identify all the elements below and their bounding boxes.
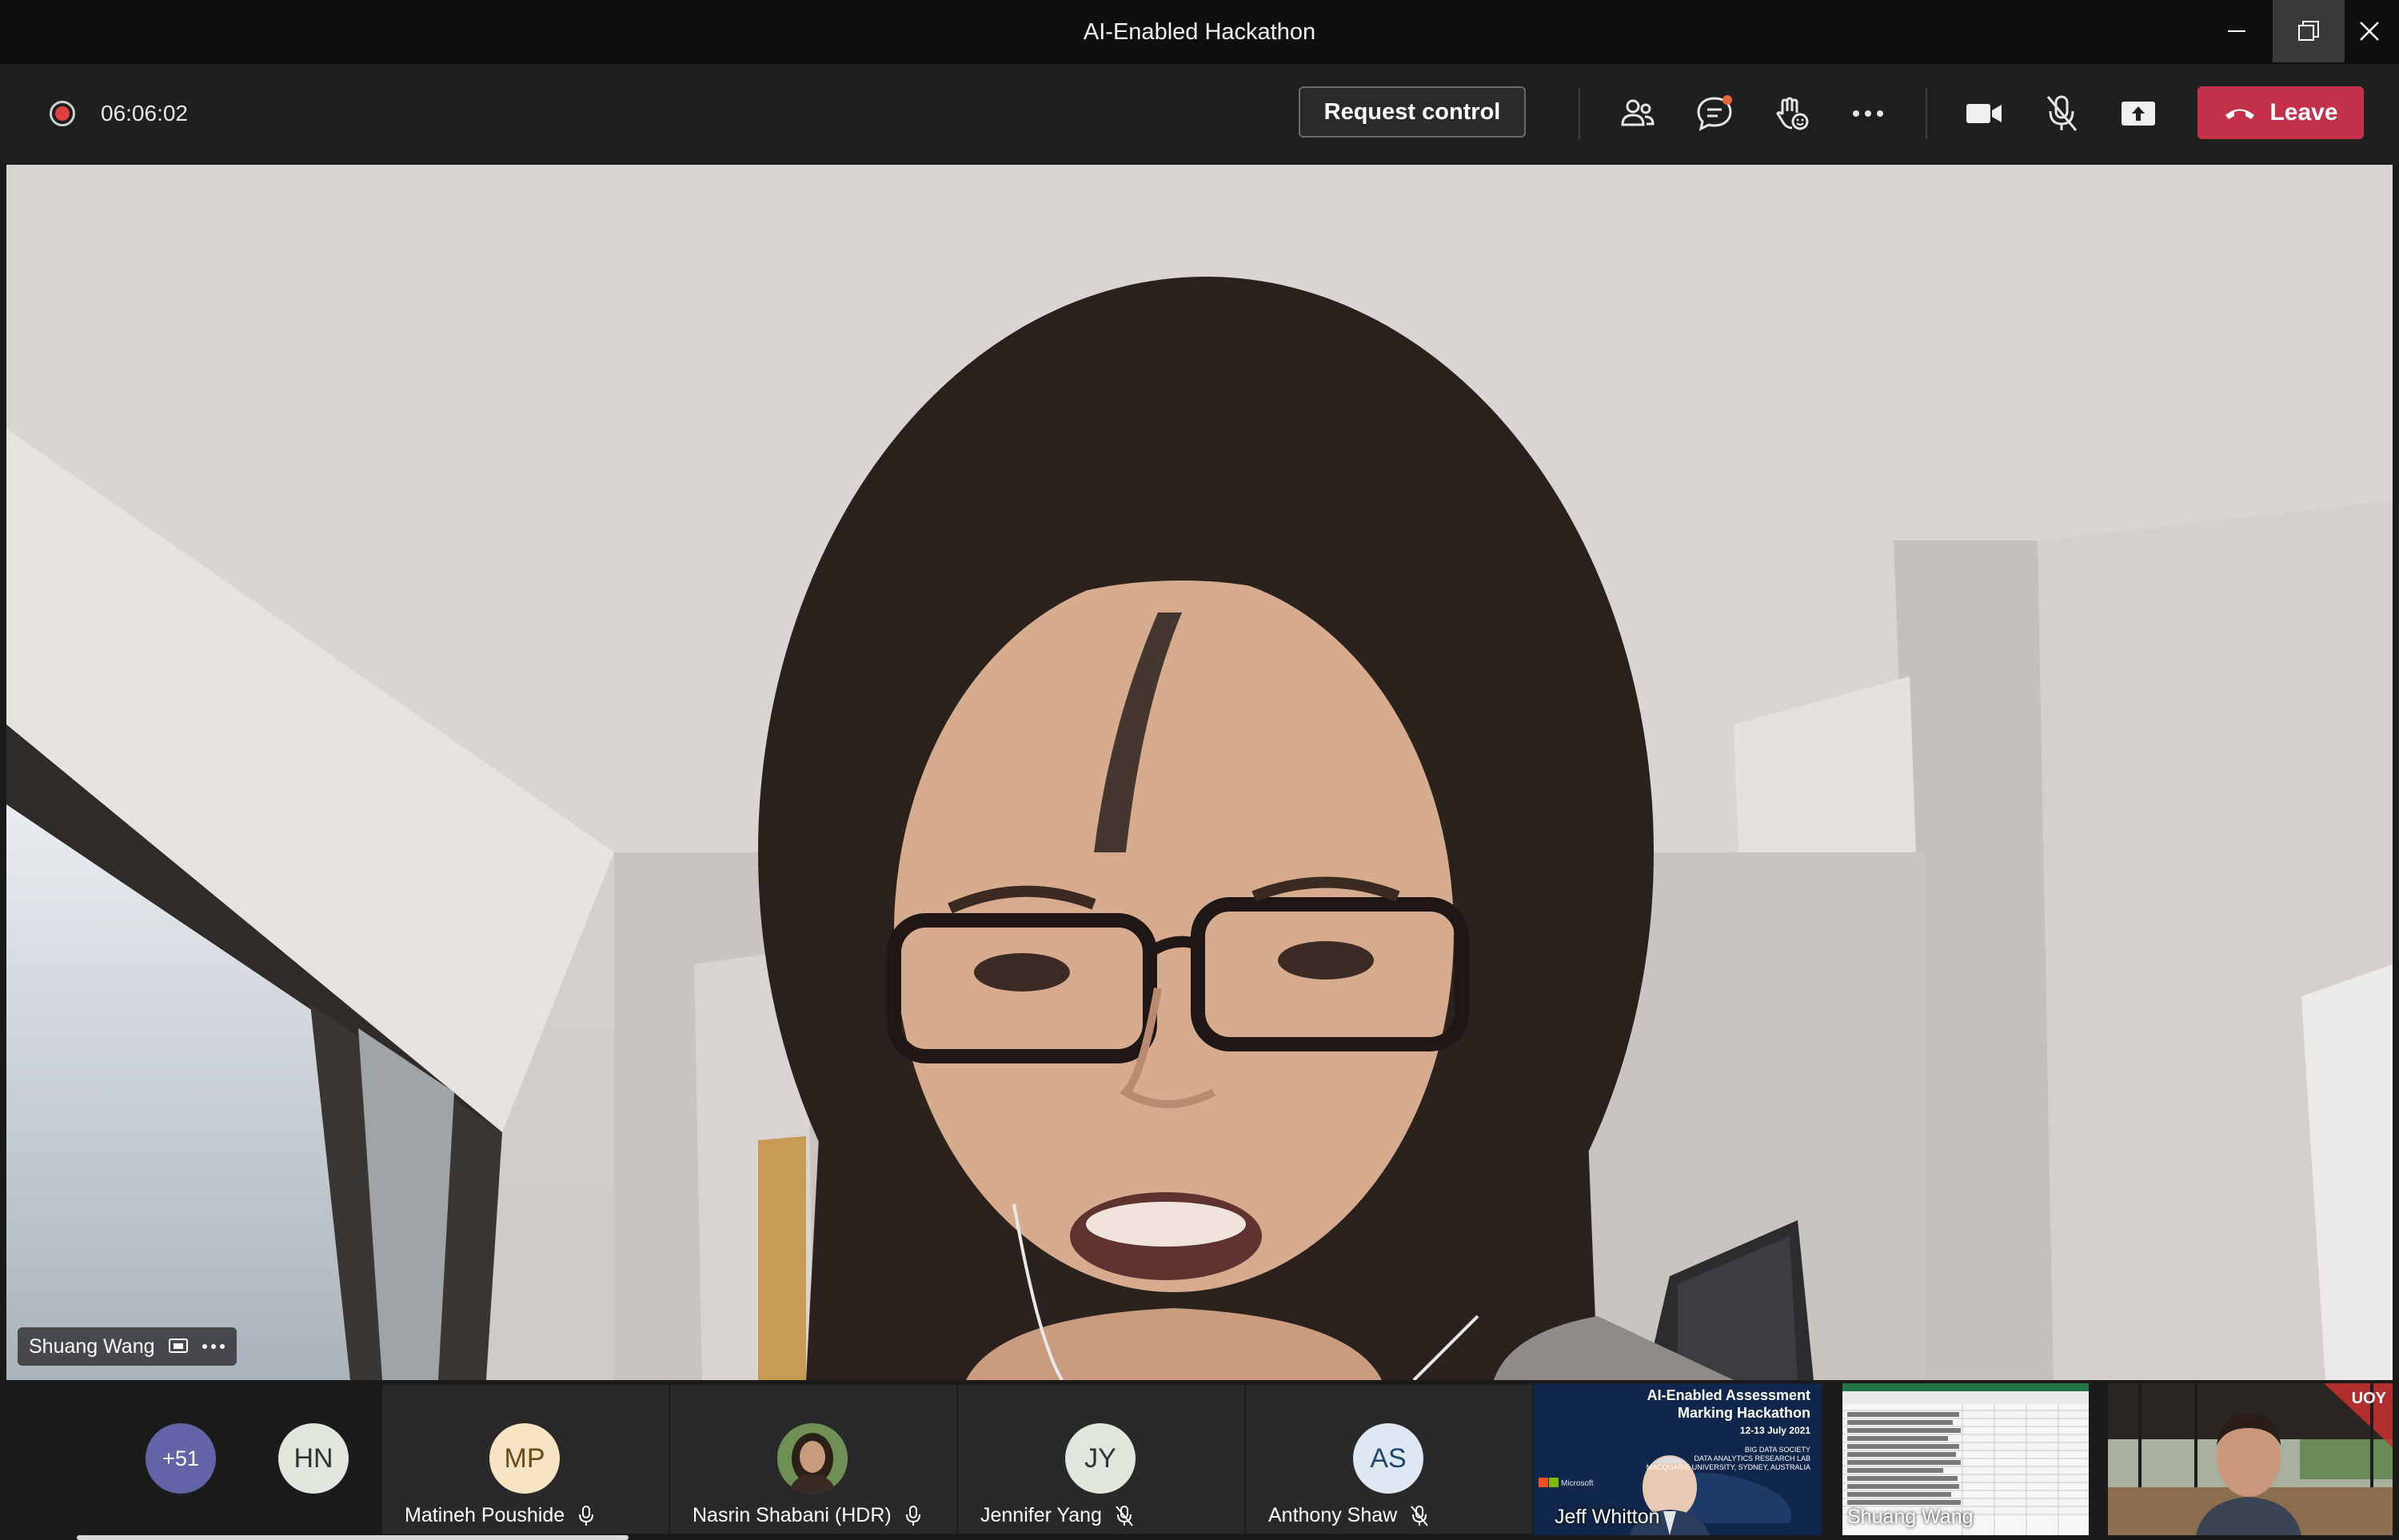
main-video-stage[interactable]: Shuang Wang (6, 165, 2393, 1380)
participant-name-text: Nasrin Shabani (HDR) (693, 1504, 892, 1526)
slide-date: 12-13 July 2021 (1739, 1425, 1810, 1436)
share-screen-button[interactable] (2116, 91, 2161, 136)
avatar: JY (1065, 1423, 1136, 1494)
avatar-photo (777, 1423, 848, 1494)
participant-name: Jennifer Yang (980, 1504, 1134, 1527)
organization-badge: UOY (2351, 1390, 2386, 1407)
slide-title-line2: Marking Hackathon (1677, 1405, 1810, 1421)
participant-name-text: Jennifer Yang (980, 1504, 1102, 1526)
chat-button[interactable] (1692, 91, 1737, 136)
speaker-name-tag[interactable]: Shuang Wang (18, 1327, 237, 1366)
gallery-scrollbar[interactable] (77, 1535, 629, 1540)
video-tile-shuang-wang[interactable]: Shuang Wang (1842, 1383, 2089, 1535)
reactions-button[interactable] (1769, 91, 1814, 136)
more-actions-button[interactable] (1846, 91, 1890, 136)
microphone-button[interactable] (2039, 91, 2084, 136)
close-window-button[interactable] (2333, 0, 2399, 62)
more-icon (1853, 110, 1883, 117)
slide-org-line2: DATA ANALYTICS RESEARCH LAB (1694, 1454, 1810, 1462)
camera-icon (1966, 104, 2002, 123)
leave-label: Leave (2269, 99, 2338, 126)
mic-icon (905, 1505, 920, 1526)
restore-icon (2298, 21, 2319, 41)
close-icon (2360, 22, 2379, 41)
mic-off-icon (2046, 95, 2078, 131)
participant-name: Matineh Poushide (405, 1504, 595, 1527)
participants-button[interactable] (1615, 91, 1660, 136)
participant-name: Jeff Whitton (1555, 1506, 1660, 1528)
mic-icon (579, 1505, 594, 1526)
leave-button[interactable]: Leave (2197, 86, 2364, 139)
participant-name: Anthony Shaw (1268, 1504, 1429, 1527)
minimize-icon (2228, 30, 2245, 32)
request-control-button[interactable]: Request control (1299, 86, 1526, 138)
meeting-timer: 06:06:02 (101, 101, 188, 126)
slide-title-line1: AI-Enabled Assessment (1647, 1387, 1810, 1403)
participant-tile[interactable]: HN (241, 1385, 385, 1534)
title-bar: AI-Enabled Hackathon (0, 0, 2399, 64)
recording-indicator-icon (50, 101, 75, 126)
avatar: AS (1353, 1423, 1423, 1494)
participant-name-text: Anthony Shaw (1268, 1504, 1398, 1526)
raise-hand-icon (1776, 97, 1809, 130)
toolbar-divider (1579, 88, 1580, 139)
speaker-name: Shuang Wang (29, 1335, 155, 1358)
minimize-button[interactable] (2201, 0, 2273, 62)
slide-title: AI-Enabled Assessment Marking Hackathon … (1647, 1386, 1810, 1472)
participant-name-text: Matineh Poushide (405, 1504, 565, 1526)
share-icon (2122, 102, 2155, 126)
overflow-participants-button[interactable]: +51 (146, 1423, 216, 1494)
avatar: MP (489, 1423, 560, 1494)
participant-name: Nasrin Shabani (HDR) (693, 1504, 922, 1527)
avatar: HN (278, 1423, 349, 1494)
video-tile-jeff-whitton[interactable]: AI-Enabled Assessment Marking Hackathon … (1534, 1383, 1822, 1535)
participant-name: Shuang Wang (1847, 1506, 1974, 1528)
window-title: AI-Enabled Hackathon (1083, 19, 1316, 45)
participant-tile[interactable]: MP Matineh Poushide (382, 1385, 669, 1534)
meeting-toolbar: 06:06:02 Request control Leave (0, 64, 2399, 163)
camera-button[interactable] (1962, 91, 2007, 136)
participant-tile[interactable]: AS Anthony Shaw (1246, 1385, 1532, 1534)
hang-up-icon (2225, 109, 2255, 119)
slide-org-line1: BIG DATA SOCIETY (1744, 1446, 1810, 1454)
more-icon[interactable] (202, 1343, 226, 1350)
video-tile-participant[interactable]: UOY (2108, 1383, 2393, 1535)
speaker-video-frame (6, 165, 2393, 1380)
participant-tile[interactable]: Nasrin Shabani (HDR) (670, 1385, 956, 1534)
profile-photo (777, 1423, 848, 1494)
participant-tile[interactable]: JY Jennifer Yang (958, 1385, 1244, 1534)
toolbar-divider (1926, 88, 1927, 139)
participant-video (2108, 1383, 2393, 1535)
slide-logo: Microsoft (1561, 1479, 1594, 1488)
sharing-screen-icon (168, 1339, 188, 1353)
chat-icon (1697, 95, 1732, 131)
mic-off-icon (1411, 1505, 1428, 1526)
participants-icon (1621, 99, 1655, 126)
mic-off-icon (1116, 1505, 1133, 1526)
slide-org-line3: MACQUARIE UNIVERSITY, SYDNEY, AUSTRALIA (1646, 1463, 1810, 1471)
